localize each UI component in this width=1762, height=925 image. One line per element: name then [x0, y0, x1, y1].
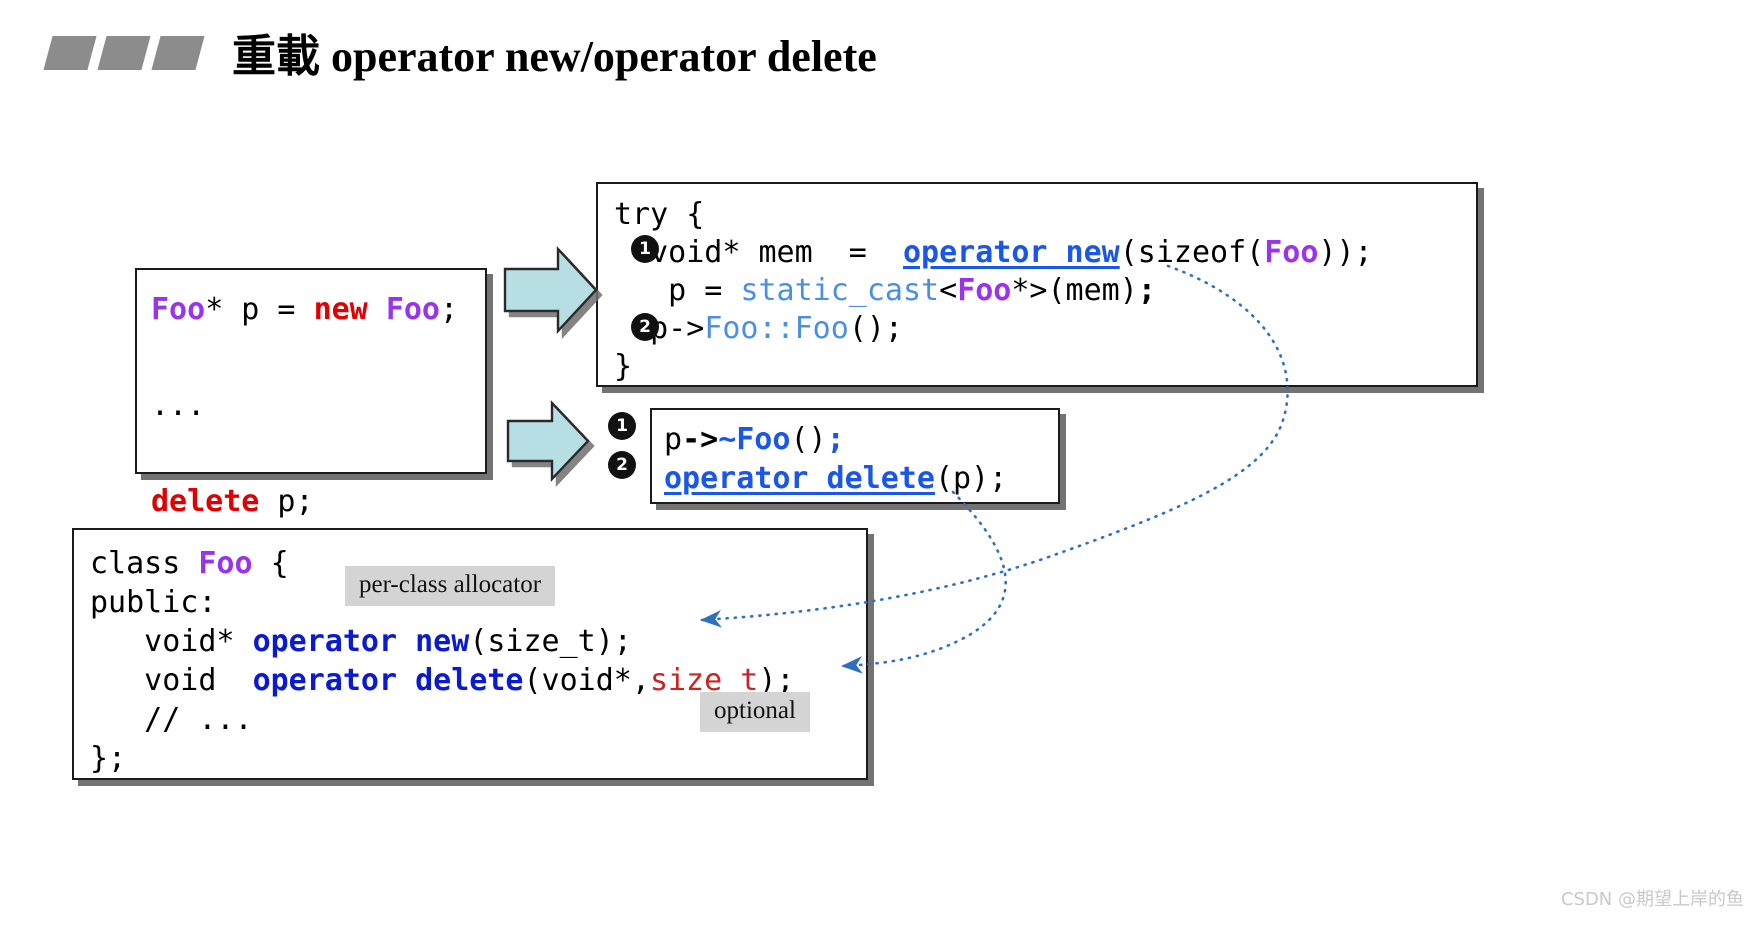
step-marker-2-delete: 2: [608, 451, 636, 479]
client-code-box: Foo* p = new Foo; ... delete p;: [135, 268, 487, 519]
code-token: p;: [259, 484, 314, 519]
code-line: Foo* p = new Foo;: [151, 286, 485, 334]
code-token: void*: [90, 624, 253, 659]
new-expansion-box: try { void* mem = operator new(sizeof(Fo…: [596, 182, 1478, 387]
step-marker-1-new: 1: [631, 235, 659, 263]
code-token: operator delete: [664, 461, 935, 496]
code-token: ;: [826, 422, 845, 457]
parallelogram-bullets-icon: [43, 36, 224, 70]
code-token: p =: [614, 273, 741, 308]
code-token: }: [614, 349, 633, 384]
code-token: p->: [614, 311, 705, 346]
page-title-latin: operator new/operator delete: [320, 32, 877, 81]
code-token: ~Foo: [718, 422, 791, 457]
code-line: void* operator new(size_t);: [90, 622, 866, 661]
code-token: (void*,: [523, 663, 650, 698]
code-line: }: [614, 348, 1476, 386]
code-token: Foo::Foo: [704, 311, 849, 346]
code-token: (): [790, 422, 827, 457]
code-token: };: [90, 741, 127, 776]
delete-expansion-text: p->~Foo(); operator delete(p);: [652, 410, 1058, 498]
block-arrow-right-new-icon: [503, 245, 598, 335]
code-token: class: [90, 546, 199, 581]
code-token: delete: [151, 484, 260, 519]
code-token: <: [939, 273, 958, 308]
code-token: ...: [151, 388, 206, 423]
code-token: static_cast: [740, 273, 940, 308]
page-title-cjk: 重載: [232, 31, 320, 82]
code-token: (p);: [934, 461, 1008, 496]
client-code-text: Foo* p = new Foo; ... delete p;: [137, 270, 485, 526]
code-token: Foo: [385, 292, 440, 327]
code-token: operator new: [252, 624, 470, 659]
code-token: {: [252, 546, 289, 581]
code-line: };: [90, 739, 866, 778]
code-token: ;: [440, 292, 459, 327]
code-token: operator delete: [252, 663, 524, 698]
delete-expansion-box: p->~Foo(); operator delete(p);: [650, 408, 1060, 504]
code-token: *>(mem): [1011, 273, 1138, 308]
code-token: ->: [682, 422, 719, 457]
optional-callout: optional: [700, 692, 810, 732]
step-marker-1-delete: 1: [608, 412, 636, 440]
code-token: Foo: [198, 546, 253, 581]
code-token: ();: [848, 311, 903, 346]
code-line: ...: [151, 382, 485, 430]
code-line: delete p;: [151, 478, 485, 526]
code-token: new: [313, 292, 368, 327]
watermark: CSDN @期望上岸的鱼: [1560, 889, 1744, 910]
code-token: p: [664, 422, 683, 457]
code-token: (sizeof(: [1119, 235, 1265, 270]
per-class-allocator-callout: per-class allocator: [345, 566, 556, 606]
block-arrow-right-delete-icon: [506, 399, 590, 483]
code-token: void: [90, 663, 253, 698]
code-token: (size_t);: [469, 624, 632, 659]
code-token: * p =: [205, 292, 314, 327]
code-token: try {: [614, 197, 705, 232]
code-line: void* mem = operator new(sizeof(Foo));: [614, 234, 1476, 272]
code-token: public:: [90, 585, 217, 620]
new-expansion-text: try { void* mem = operator new(sizeof(Fo…: [598, 184, 1476, 386]
code-line: p->Foo::Foo();: [614, 310, 1476, 348]
code-line: try {: [614, 196, 1476, 234]
code-token: Foo: [151, 292, 206, 327]
code-token: ));: [1318, 235, 1373, 270]
code-token: Foo: [1264, 235, 1319, 270]
code-line: operator delete(p);: [664, 459, 1058, 498]
code-line: p->~Foo();: [664, 420, 1058, 459]
code-token: Foo: [957, 273, 1012, 308]
page-title: 重載 operator new/operator delete: [232, 20, 877, 84]
code-line: p = static_cast<Foo*>(mem);: [614, 272, 1476, 310]
code-token: operator new: [902, 235, 1120, 270]
step-marker-2-new: 2: [631, 313, 659, 341]
code-token: // ...: [90, 702, 253, 737]
slide-root: 重載 operator new/operator delete Foo* p =…: [0, 0, 1762, 925]
code-token: ;: [1137, 273, 1156, 308]
